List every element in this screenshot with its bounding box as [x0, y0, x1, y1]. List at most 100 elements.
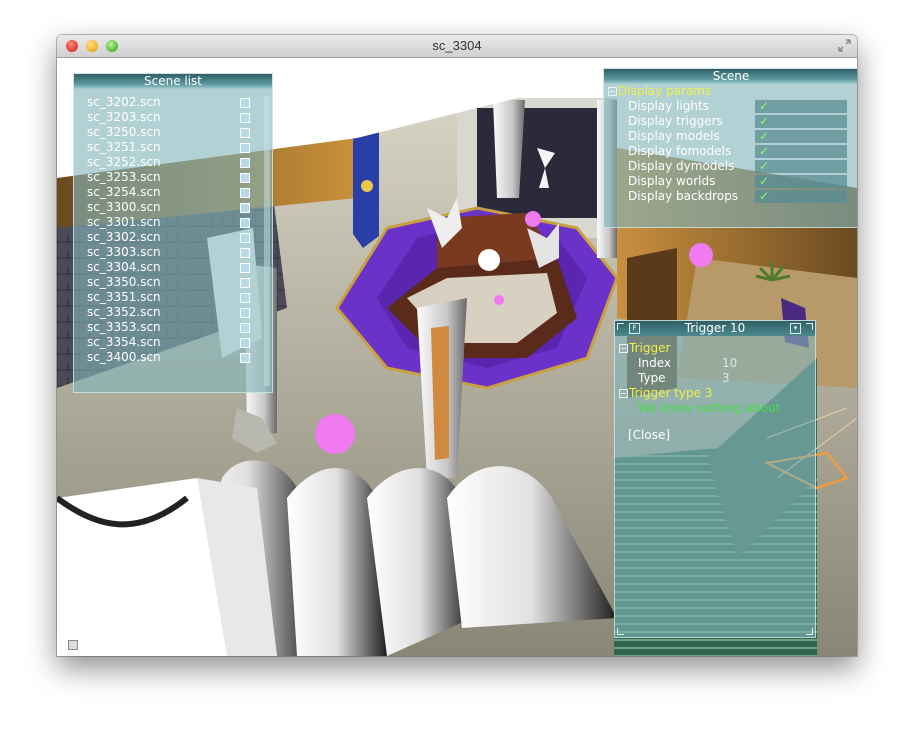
display-param-row: Display worlds ✓ — [604, 174, 857, 189]
close-button[interactable]: [Close] — [615, 428, 815, 442]
scene-list-item[interactable]: sc_3351.scn — [87, 290, 272, 305]
scene-list-item[interactable]: sc_3250.scn — [87, 125, 272, 140]
scene-file-name: sc_3300.scn — [87, 200, 161, 214]
scene-list-item[interactable]: sc_3254.scn — [87, 185, 272, 200]
scene-file-name: sc_3252.scn — [87, 155, 161, 169]
checkbox-icon[interactable] — [240, 173, 250, 183]
scene-list-scrollbar[interactable] — [264, 96, 270, 386]
resize-corner-icon[interactable] — [806, 323, 813, 330]
app-window: sc_3304 Scene list sc_3202.scn sc_3203.s… — [57, 35, 857, 656]
display-param-row: Display dymodels ✓ — [604, 159, 857, 174]
scene-list-item[interactable]: sc_3352.scn — [87, 305, 272, 320]
checkbox-icon[interactable] — [240, 308, 250, 318]
scene-list-item[interactable]: sc_3251.scn — [87, 140, 272, 155]
checkbox-icon[interactable] — [240, 248, 250, 258]
display-params-group[interactable]: − Display params — [604, 84, 857, 99]
checkmark-icon: ✓ — [759, 144, 770, 158]
scene-list-item[interactable]: sc_3252.scn — [87, 155, 272, 170]
checkbox-icon[interactable] — [240, 188, 250, 198]
scene-list-title[interactable]: Scene list — [74, 74, 272, 89]
index-value: 10 — [722, 356, 738, 370]
checkmark-icon: ✓ — [759, 129, 770, 143]
checkbox-icon[interactable] — [240, 233, 250, 243]
resize-corner-icon[interactable] — [617, 323, 624, 330]
scene-list-item[interactable]: sc_3202.scn — [87, 95, 272, 110]
scene-file-name: sc_3302.scn — [87, 230, 161, 244]
checkbox-icon[interactable] — [240, 323, 250, 333]
display-param-checkbox[interactable]: ✓ — [755, 99, 847, 113]
scene-list-item[interactable]: sc_3253.scn — [87, 170, 272, 185]
scene-list-item[interactable]: sc_3303.scn — [87, 245, 272, 260]
display-param-row: Display lights ✓ — [604, 99, 857, 114]
display-param-label: Display worlds — [628, 174, 716, 188]
display-param-checkbox[interactable]: ✓ — [755, 114, 847, 128]
scene-list-item[interactable]: sc_3203.scn — [87, 110, 272, 125]
display-param-row: Display fomodels ✓ — [604, 144, 857, 159]
checkbox-icon[interactable] — [240, 98, 250, 108]
scene-file-name: sc_3352.scn — [87, 305, 161, 319]
display-param-checkbox[interactable]: ✓ — [755, 189, 847, 203]
display-param-checkbox[interactable]: ✓ — [755, 129, 847, 143]
display-param-label: Display triggers — [628, 114, 723, 128]
checkbox-icon[interactable] — [240, 203, 250, 213]
display-params-list: Display lights ✓ Display triggers ✓ Display … — [604, 99, 857, 204]
checkbox-icon[interactable] — [240, 293, 250, 303]
scene-file-name: sc_3301.scn — [87, 215, 161, 229]
checkmark-icon: ✓ — [759, 114, 770, 128]
resize-corner-icon[interactable] — [806, 628, 813, 635]
scene-list-item[interactable]: sc_3301.scn — [87, 215, 272, 230]
minus-box-icon[interactable]: − — [619, 344, 628, 353]
checkbox-icon[interactable] — [240, 143, 250, 153]
minus-box-icon[interactable]: − — [619, 389, 628, 398]
scene-list-item[interactable]: sc_3304.scn — [87, 260, 272, 275]
title-bar[interactable]: sc_3304 — [57, 35, 857, 58]
display-param-label: Display fomodels — [628, 144, 732, 158]
checkbox-icon[interactable] — [240, 353, 250, 363]
minus-box-icon[interactable]: − — [608, 87, 617, 96]
3d-viewport[interactable]: Scene list sc_3202.scn sc_3203.scn sc_3250… — [57, 58, 857, 656]
trigger-group[interactable]: − Trigger — [615, 341, 815, 356]
display-param-checkbox[interactable]: ✓ — [755, 159, 847, 173]
status-icon[interactable] — [68, 640, 78, 650]
scene-list-item[interactable]: sc_3400.scn — [87, 350, 272, 365]
checkmark-icon: ✓ — [759, 99, 770, 113]
trigger-panel-header[interactable]: F Trigger 10 ▾ — [615, 321, 815, 336]
checkbox-icon[interactable] — [240, 338, 250, 348]
scene-file-name: sc_3254.scn — [87, 185, 161, 199]
display-param-label: Display models — [628, 129, 720, 143]
checkbox-icon[interactable] — [240, 218, 250, 228]
scene-file-name: sc_3354.scn — [87, 335, 161, 349]
display-param-checkbox[interactable]: ✓ — [755, 174, 847, 188]
scene-file-name: sc_3251.scn — [87, 140, 161, 154]
scene-panel-title[interactable]: Scene — [604, 69, 857, 84]
checkbox-icon[interactable] — [240, 158, 250, 168]
checkbox-icon[interactable] — [240, 278, 250, 288]
scene-file-name: sc_3253.scn — [87, 170, 161, 184]
checkbox-icon[interactable] — [240, 263, 250, 273]
scene-file-name: sc_3250.scn — [87, 125, 161, 139]
scene-list-item[interactable]: sc_3354.scn — [87, 335, 272, 350]
checkbox-icon[interactable] — [240, 128, 250, 138]
scene-list-item[interactable]: sc_3350.scn — [87, 275, 272, 290]
trigger-panel-title: Trigger 10 — [684, 321, 746, 335]
checkbox-icon[interactable] — [240, 113, 250, 123]
scene-file-name: sc_3351.scn — [87, 290, 161, 304]
pin-icon[interactable]: F — [629, 323, 640, 334]
trigger-index-row: Index 10 — [615, 356, 815, 371]
resize-corner-icon[interactable] — [617, 628, 624, 635]
fullscreen-icon[interactable] — [838, 39, 851, 52]
trigger-type-group[interactable]: − Trigger type 3 — [615, 386, 815, 401]
checkmark-icon: ✓ — [759, 159, 770, 173]
scene-file-name: sc_3304.scn — [87, 260, 161, 274]
display-param-label: Display backdrops — [628, 189, 739, 203]
trigger-panel: F Trigger 10 ▾ − Trigger Index 10 Type 3 −… — [614, 320, 816, 638]
index-label: Index — [638, 356, 672, 370]
scene-list-item[interactable]: sc_3300.scn — [87, 200, 272, 215]
collapse-icon[interactable]: ▾ — [790, 323, 801, 334]
trigger-type-label: Trigger type 3 — [629, 386, 713, 400]
scene-list-item[interactable]: sc_3302.scn — [87, 230, 272, 245]
scene-file-name: sc_3350.scn — [87, 275, 161, 289]
type-value: 3 — [722, 371, 730, 385]
display-param-checkbox[interactable]: ✓ — [755, 144, 847, 158]
scene-list-item[interactable]: sc_3353.scn — [87, 320, 272, 335]
